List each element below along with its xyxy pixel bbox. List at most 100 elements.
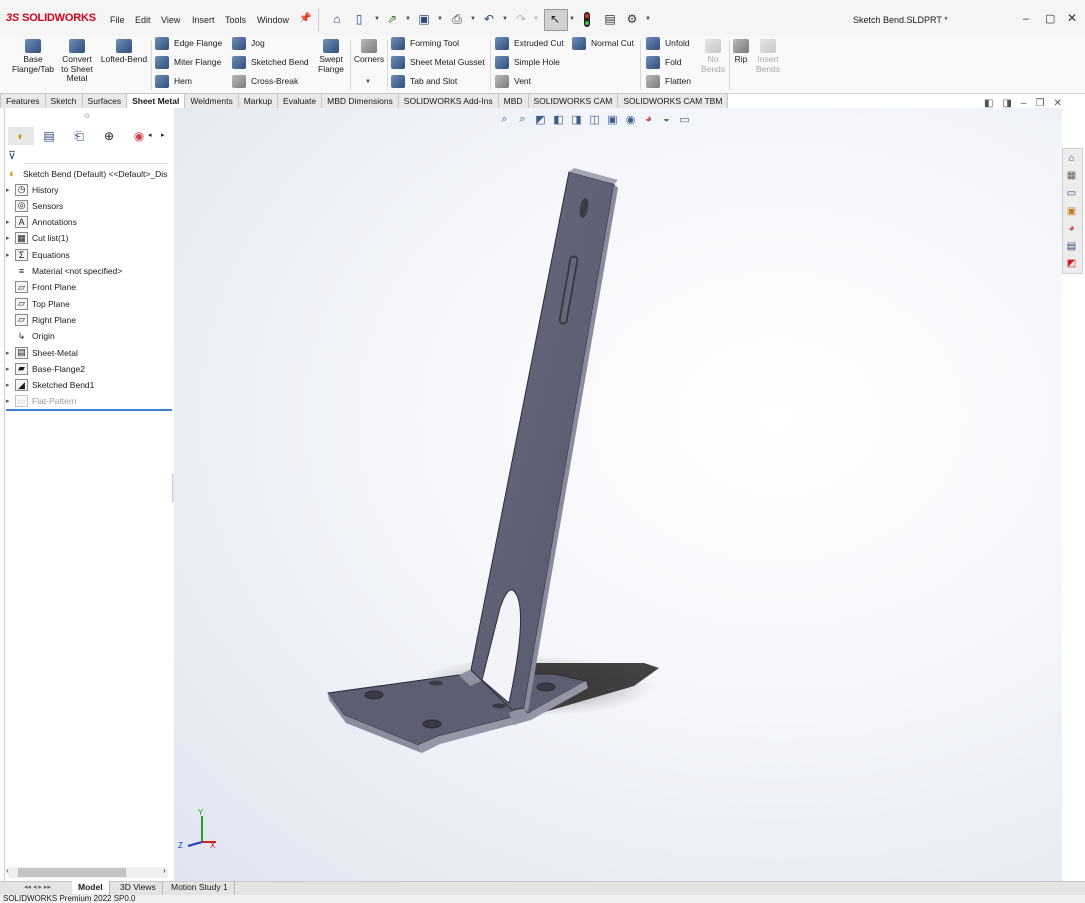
tree-item-sketched-bend1[interactable]: ▸ ◢ Sketched Bend1 [6,378,94,393]
save-dropdown-icon[interactable]: ▼ [437,16,443,22]
tab-evaluate[interactable]: Evaluate [277,93,323,108]
select-dropdown-icon[interactable]: ▼ [569,16,575,22]
convert-to-sheet-metal-button[interactable]: Convert to Sheet Metal [58,39,96,84]
tree-item-top-plane[interactable]: ▱ Top Plane [6,296,70,311]
previous-view-icon[interactable]: ◩ [533,113,548,126]
options-dropdown-icon[interactable]: ▼ [645,16,651,22]
tab-surfaces[interactable]: Surfaces [81,93,128,108]
zoom-to-area-icon[interactable]: ⌕ [515,113,530,126]
tree-item-front-plane[interactable]: ▱ Front Plane [6,280,76,295]
simple-hole-button[interactable]: Simple Hole [495,55,560,69]
design-library-icon[interactable]: ▦ [1064,168,1079,182]
save-icon[interactable]: ▣ [417,12,431,26]
panel-scroll-thumb[interactable] [18,868,126,877]
vent-button[interactable]: Vent [495,74,531,88]
solidworks-resources-icon[interactable]: ⌂ [1064,151,1079,165]
view-orientation-icon[interactable]: ◫ [587,113,602,126]
unfold-button[interactable]: Unfold [646,36,690,50]
view-settings-icon[interactable]: ▭ [677,113,692,126]
appearances-icon[interactable]: ◕ [1064,221,1079,235]
sketched-bend-button[interactable]: Sketched Bend [232,55,309,69]
apply-scene-icon[interactable]: ◒ [659,113,674,126]
menu-tools[interactable]: Tools [225,15,246,25]
tree-root[interactable]: ◐ Sketch Bend (Default) <<Default>_Dis [6,166,167,181]
expand-arrow-icon[interactable]: ▸ [6,349,15,357]
tab-mbd-dimensions[interactable]: MBD Dimensions [321,93,399,108]
dynamic-annotation-icon[interactable]: ◨ [569,113,584,126]
tree-item-material-not-specified[interactable]: ≡ Material <not specified> [6,264,122,279]
minimize-window-icon[interactable]: – [1023,13,1029,25]
extruded-cut-button[interactable]: Extruded Cut [495,36,564,50]
tree-item-sensors[interactable]: ◎ Sensors [6,198,63,213]
new-document-icon[interactable]: ▯ [352,12,366,26]
viewport-minimize-icon[interactable]: – [1021,98,1027,109]
rollback-bar[interactable] [6,409,172,411]
tab-features[interactable]: Features [0,93,46,108]
viewport-restore-icon[interactable]: ❐ [1035,98,1044,109]
base-flange-button[interactable]: Base Flange/Tab [9,39,57,74]
lofted-bend-button[interactable]: Lofted-Bend [98,39,150,65]
tab-weldments[interactable]: Weldments [184,93,239,108]
edit-appearance-icon[interactable]: ◕ [641,113,656,126]
fold-button[interactable]: Fold [646,55,682,69]
tree-item-flat-pattern[interactable]: ▸ ▭ Flat-Pattern [6,394,76,409]
solidworks-logo[interactable]: 3S SOLIDWORKS [6,12,96,24]
menu-window[interactable]: Window [257,15,289,25]
tree-item-right-plane[interactable]: ▱ Right Plane [6,312,76,327]
expand-arrow-icon[interactable]: ▸ [6,251,15,259]
edge-flange-button[interactable]: Edge Flange [155,36,222,50]
view-palette-icon[interactable]: ▣ [1064,204,1079,218]
miter-flange-button[interactable]: Miter Flange [155,55,221,69]
configuration-manager-tab-icon[interactable]: ⎗ [66,127,92,145]
feature-manager-tab-icon[interactable]: ◐ [8,127,34,145]
tab-sketch[interactable]: Sketch [44,93,83,108]
options-gear-icon[interactable]: ⚙ [625,12,639,26]
tree-item-cut-list-1[interactable]: ▸ ▦ Cut list(1) [6,231,68,246]
undo-icon[interactable]: ↶ [482,12,496,26]
expand-arrow-icon[interactable]: ▸ [6,381,15,389]
tree-item-annotations[interactable]: ▸ A Annotations [6,215,77,230]
viewport-next-icon[interactable]: ◨ [1002,98,1011,109]
panel-scroll-right-icon[interactable]: ▸ [161,131,165,139]
menu-insert[interactable]: Insert [192,15,215,25]
jog-button[interactable]: Jog [232,36,265,50]
tab-model[interactable]: Model [72,881,110,894]
home-icon[interactable]: ⌂ [330,12,344,26]
tab-and-slot-button[interactable]: Tab and Slot [391,74,457,88]
print-icon[interactable]: ⎙ [450,12,464,26]
new-dropdown-icon[interactable]: ▼ [374,16,380,22]
tab-markup[interactable]: Markup [237,93,279,108]
tab-mbd[interactable]: MBD [497,93,529,108]
cross-break-button[interactable]: Cross-Break [232,74,298,88]
filter-input[interactable] [24,149,168,164]
expand-arrow-icon[interactable]: ▸ [6,218,15,226]
menu-view[interactable]: View [161,15,180,25]
viewport-prev-icon[interactable]: ◧ [984,98,993,109]
open-dropdown-icon[interactable]: ▼ [405,16,411,22]
tree-item-origin[interactable]: ↳ Origin [6,329,55,344]
swept-flange-button[interactable]: Swept Flange [312,39,350,74]
rip-button[interactable]: Rip [731,39,751,65]
filter-icon[interactable]: ⊽ [8,149,16,162]
tree-item-history[interactable]: ▸ ◷ History [6,182,58,197]
scroll-left-arrow-icon[interactable]: ‹ [6,866,9,875]
tree-item-base-flange2[interactable]: ▸ ▰ Base-Flange2 [6,361,85,376]
expand-arrow-icon[interactable]: ▸ [6,234,15,242]
tab-3d-views[interactable]: 3D Views [114,881,163,894]
open-icon[interactable]: ⇗ [385,12,399,26]
property-manager-tab-icon[interactable]: ▤ [36,127,62,145]
file-explorer-icon[interactable]: ▭ [1064,186,1079,200]
tab-solidworks-add-ins[interactable]: SOLIDWORKS Add-Ins [397,93,499,108]
tab-sheet-metal[interactable]: Sheet Metal [126,93,186,108]
corners-button[interactable]: Corners [352,39,386,65]
corners-dropdown-icon[interactable]: ▼ [365,79,371,85]
tab-motion-study[interactable]: Motion Study 1 [165,881,235,894]
display-style-icon[interactable]: ▣ [605,113,620,126]
part-model[interactable] [174,108,1062,881]
expand-arrow-icon[interactable]: ▸ [6,186,15,194]
solidworks-forum-icon[interactable]: ◩ [1064,256,1079,270]
menu-edit[interactable]: Edit [135,15,151,25]
scroll-right-arrow-icon[interactable]: › [163,866,166,875]
expand-arrow-icon[interactable]: ▸ [6,397,15,405]
bottom-tab-nav-icon[interactable]: ◂◂ ◂ ▸ ▸▸ [24,883,51,891]
